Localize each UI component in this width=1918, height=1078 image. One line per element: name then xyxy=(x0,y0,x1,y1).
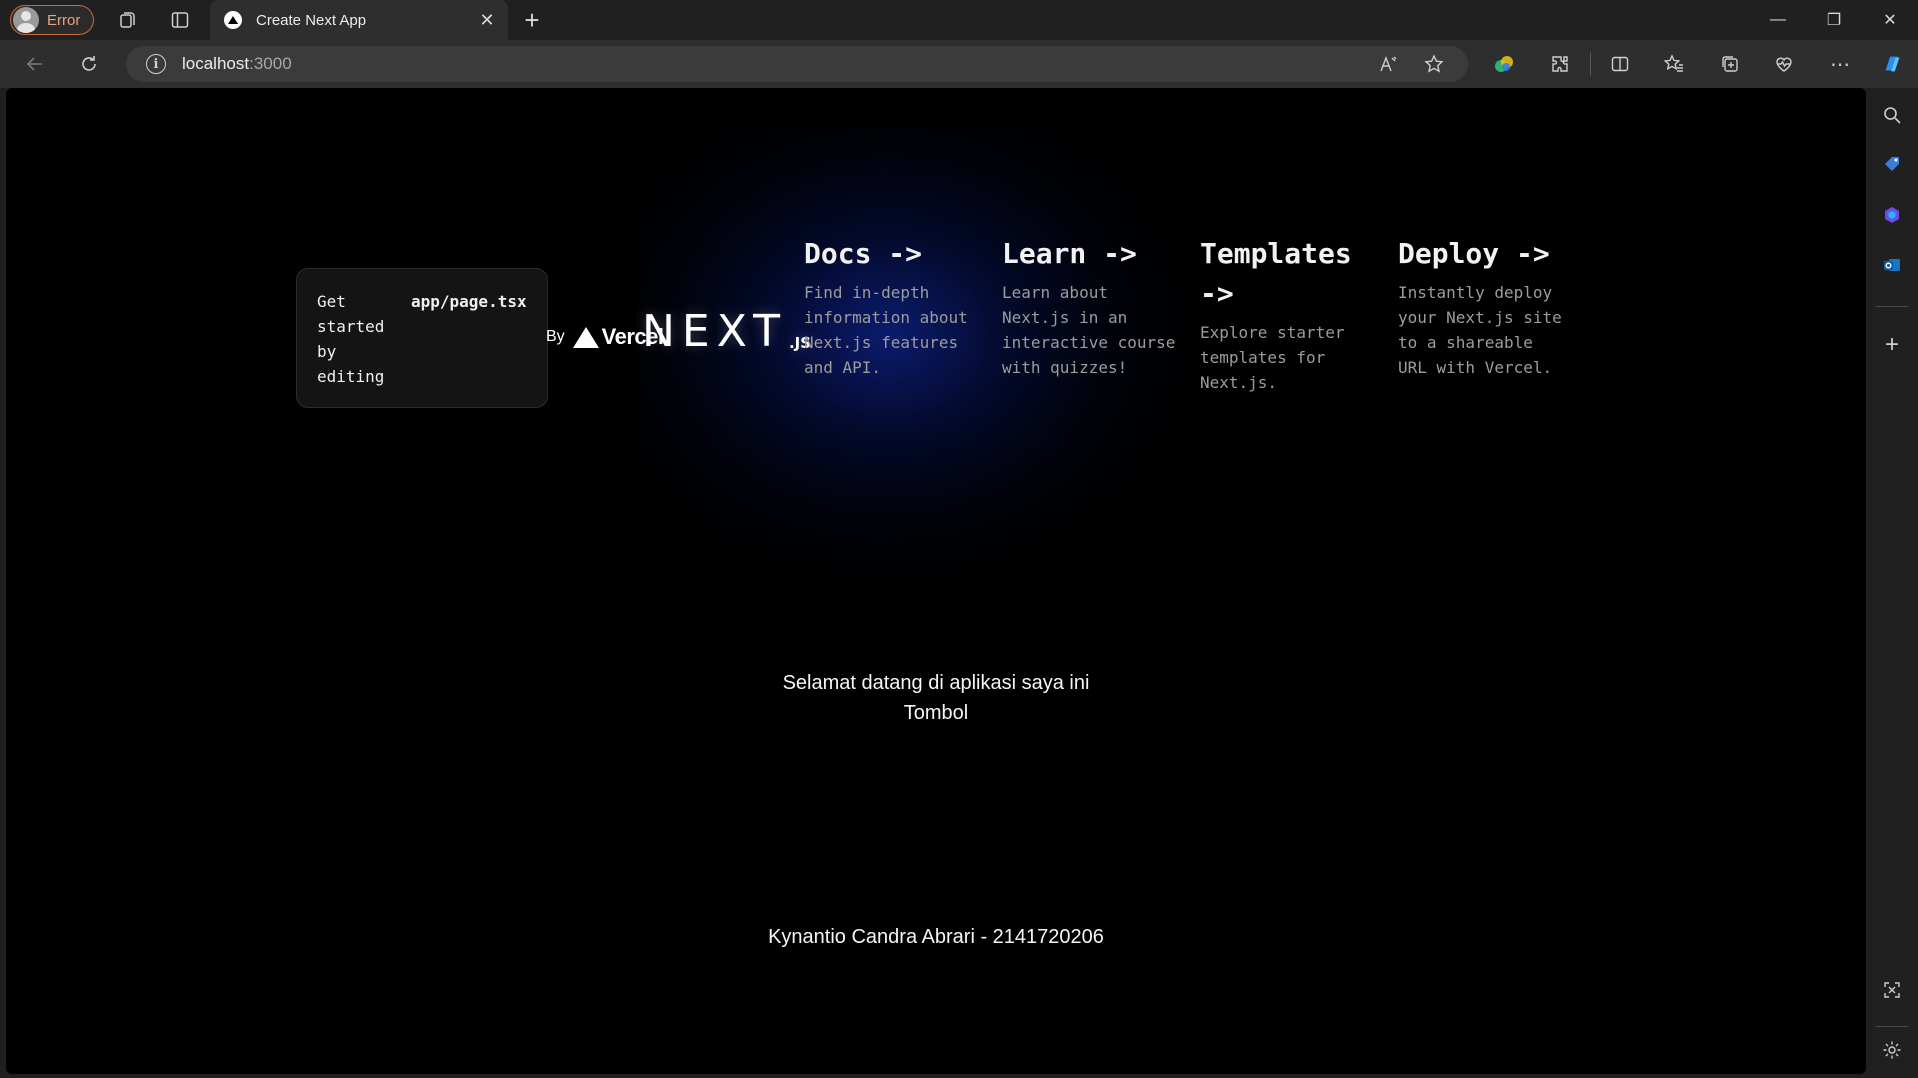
back-icon[interactable] xyxy=(22,51,48,77)
site-info-icon[interactable]: i xyxy=(146,54,166,74)
workspaces-icon[interactable] xyxy=(116,8,140,32)
card-description: Learn about Next.js in an interactive co… xyxy=(1002,283,1176,377)
tab-close-icon[interactable]: ✕ xyxy=(476,9,498,31)
url-text[interactable]: localhost:3000 xyxy=(182,54,292,74)
page-file-path: app/page.tsx xyxy=(411,292,527,311)
refresh-icon[interactable] xyxy=(76,51,102,77)
tab-create-next-app[interactable]: Create Next App ✕ xyxy=(210,0,508,40)
vertical-tabs-icon[interactable] xyxy=(168,8,192,32)
card-title: Learn -> xyxy=(1002,237,1137,270)
tab-title: Create Next App xyxy=(256,11,367,29)
author-footer: Kynantio Candra Abrari - 2141720206 xyxy=(768,926,1104,948)
extensions-icon[interactable] xyxy=(1548,52,1572,76)
card-description: Instantly deploy your Next.js site to a … xyxy=(1398,283,1562,377)
vercel-favicon-icon xyxy=(224,11,242,29)
card-title: Deploy -> xyxy=(1398,237,1550,270)
browser-essentials-icon[interactable] xyxy=(1772,52,1796,76)
restore-button[interactable]: ❐ xyxy=(1806,0,1862,40)
profile-status-label: Error xyxy=(47,11,81,29)
search-icon[interactable] xyxy=(1880,103,1904,127)
browser-toolbar: i localhost:3000 ⋯ xyxy=(0,40,1918,88)
copilot-icon[interactable] xyxy=(1880,52,1904,76)
microsoft-365-icon[interactable] xyxy=(1880,203,1904,227)
tombol-button[interactable]: Tombol xyxy=(6,698,1866,728)
card-description: Find in-depth information about Next.js … xyxy=(804,283,968,377)
url-host: localhost xyxy=(182,54,250,73)
templates-card[interactable]: Templates -> Explore starter templates f… xyxy=(1200,234,1370,395)
welcome-section: Selamat datang di aplikasi saya ini Tomb… xyxy=(6,668,1866,728)
browser-titlebar: Error Create Next App ✕ + — ❐ ✕ xyxy=(0,0,1918,40)
url-port: :3000 xyxy=(249,54,292,73)
shopping-tag-icon[interactable] xyxy=(1880,152,1904,176)
profile-button[interactable]: Error xyxy=(10,5,94,35)
settings-icon[interactable] xyxy=(1880,1038,1904,1062)
more-icon[interactable]: ⋯ xyxy=(1828,52,1852,76)
get-started-box: Get started by editing app/page.tsx xyxy=(296,268,548,408)
outlook-icon[interactable] xyxy=(1880,253,1904,277)
deploy-card[interactable]: Deploy -> Instantly deploy your Next.js … xyxy=(1398,234,1568,380)
nextjs-logo: NEXT .JS xyxy=(642,310,811,354)
get-started-text: Get started by editing xyxy=(317,292,385,386)
nextjs-logo-word: NEXT xyxy=(642,306,787,357)
screenshot-icon[interactable] xyxy=(1880,978,1904,1002)
collections-icon[interactable] xyxy=(1718,52,1742,76)
learn-card[interactable]: Learn -> Learn about Next.js in an inter… xyxy=(1002,234,1182,380)
browser-sidebar: + xyxy=(1866,88,1918,1078)
avatar xyxy=(13,7,39,33)
page-viewport: Get started by editing app/page.tsx By V… xyxy=(6,88,1866,1074)
card-title: Docs -> xyxy=(804,237,923,270)
favorites-icon[interactable] xyxy=(1662,52,1686,76)
new-tab-button[interactable]: + xyxy=(518,5,546,35)
copilot-color-icon[interactable] xyxy=(1492,52,1516,76)
read-aloud-icon[interactable] xyxy=(1376,52,1400,76)
vercel-logo-icon xyxy=(572,326,599,348)
minimize-button[interactable]: — xyxy=(1750,0,1806,40)
by-label: By xyxy=(546,328,565,345)
close-window-button[interactable]: ✕ xyxy=(1862,0,1918,40)
favorite-star-icon[interactable] xyxy=(1422,52,1446,76)
split-screen-icon[interactable] xyxy=(1608,52,1632,76)
add-icon[interactable]: + xyxy=(1880,331,1904,358)
sidebar-divider xyxy=(1876,1026,1908,1027)
address-bar[interactable]: i localhost:3000 xyxy=(126,46,1468,82)
welcome-text: Selamat datang di aplikasi saya ini xyxy=(782,672,1090,694)
docs-card[interactable]: Docs -> Find in-depth information about … xyxy=(804,234,984,380)
card-title: Templates -> xyxy=(1200,237,1352,310)
toolbar-divider xyxy=(1590,52,1591,76)
card-description: Explore starter templates for Next.js. xyxy=(1200,323,1345,392)
sidebar-divider xyxy=(1876,306,1908,307)
